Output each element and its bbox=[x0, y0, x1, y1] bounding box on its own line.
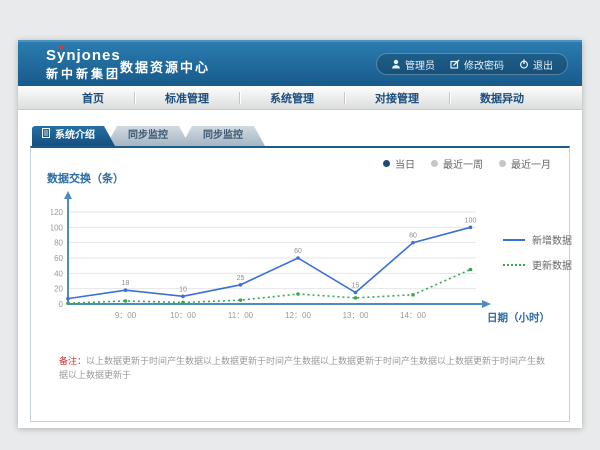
document-icon bbox=[42, 126, 50, 146]
y-tick-label: 80 bbox=[54, 239, 63, 248]
change-password-button[interactable]: 修改密码 bbox=[450, 57, 504, 72]
data-point bbox=[296, 292, 300, 296]
point-label: 15 bbox=[352, 283, 360, 290]
tab-system-intro[interactable]: 系统介绍 bbox=[32, 126, 115, 146]
footnote-text: 以上数据更新于时间产生数据以上数据更新于时间产生数据以上数据更新于时间产生数据以… bbox=[59, 356, 545, 380]
filter-label: 最近一月 bbox=[511, 156, 551, 171]
point-label: 60 bbox=[294, 248, 302, 255]
logo-red-dot-icon bbox=[59, 45, 63, 49]
chart-legend: 新增数据 更新数据 bbox=[503, 232, 572, 272]
legend-label: 更新数据 bbox=[532, 257, 572, 272]
data-point bbox=[66, 297, 70, 301]
y-tick-label: 60 bbox=[54, 254, 63, 263]
nav-separator bbox=[239, 92, 240, 104]
y-tick-label: 0 bbox=[59, 300, 64, 309]
footnote: 备注：以上数据更新于时间产生数据以上数据更新于时间产生数据以上数据更新于时间产生… bbox=[59, 354, 553, 382]
nav-item-standard-management[interactable]: 标准管理 bbox=[159, 90, 215, 106]
x-tick-label: 9：00 bbox=[115, 311, 137, 320]
legend-item-new-data[interactable]: 新增数据 bbox=[503, 232, 572, 247]
page-title: 数据资源中心 bbox=[120, 57, 210, 76]
x-tick-label: 11：00 bbox=[228, 311, 254, 320]
logout-button[interactable]: 退出 bbox=[519, 57, 553, 72]
logout-label: 退出 bbox=[533, 57, 553, 72]
x-axis-title: 日期（小时） bbox=[487, 311, 550, 324]
x-axis-arrow-icon bbox=[482, 300, 491, 308]
data-point bbox=[354, 291, 358, 295]
point-label: 100 bbox=[465, 217, 477, 224]
data-point bbox=[239, 283, 243, 287]
tab-label: 同步监控 bbox=[203, 130, 243, 141]
y-tick-label: 40 bbox=[54, 269, 63, 278]
y-tick-label: 20 bbox=[54, 285, 63, 294]
content-area: 系统介绍 同步监控 同步监控 当日 最近一周 bbox=[18, 110, 582, 428]
data-point bbox=[411, 293, 415, 297]
nav-item-data-change[interactable]: 数据异动 bbox=[474, 90, 530, 106]
radio-unselected-icon bbox=[499, 160, 506, 167]
legend-item-updated-data[interactable]: 更新数据 bbox=[503, 257, 572, 272]
tab-sync-monitor-1[interactable]: 同步监控 bbox=[106, 126, 190, 146]
brand-name: Synjones bbox=[46, 47, 121, 64]
tab-bar: 系统介绍 同步监控 同步监控 bbox=[32, 126, 265, 146]
radio-unselected-icon bbox=[431, 160, 438, 167]
nav-item-home[interactable]: 首页 bbox=[76, 90, 110, 106]
nav-item-system-management[interactable]: 系统管理 bbox=[264, 90, 320, 106]
data-point bbox=[411, 241, 415, 245]
tab-sync-monitor-2[interactable]: 同步监控 bbox=[181, 126, 265, 146]
data-point bbox=[124, 288, 128, 292]
admin-user-button[interactable]: 管理员 bbox=[391, 57, 435, 72]
x-tick-label: 12：00 bbox=[285, 311, 311, 320]
filter-label: 当日 bbox=[395, 156, 415, 171]
filter-last-week[interactable]: 最近一周 bbox=[431, 156, 483, 171]
tab-label: 同步监控 bbox=[128, 130, 168, 141]
edit-icon bbox=[450, 59, 460, 69]
y-tick-label: 100 bbox=[51, 223, 64, 232]
filter-last-month[interactable]: 最近一月 bbox=[499, 156, 551, 171]
blue-solid-line-icon bbox=[503, 239, 525, 241]
chart-panel: 当日 最近一周 最近一月 数据交换（条） 0 20 40 60 80 100 120 9：00… bbox=[30, 146, 570, 422]
filter-today[interactable]: 当日 bbox=[383, 156, 415, 171]
data-point bbox=[469, 268, 473, 272]
point-label: 25 bbox=[237, 275, 245, 282]
nav-item-interface-management[interactable]: 对接管理 bbox=[369, 90, 425, 106]
data-point bbox=[124, 299, 128, 303]
nav-separator bbox=[344, 92, 345, 104]
brand-logo[interactable]: Synjones 新中新集团 bbox=[46, 47, 121, 82]
x-tick-label: 13：00 bbox=[343, 311, 369, 320]
line-chart: 0 20 40 60 80 100 120 9：00 10：00 11：00 12：00 13：00 1… bbox=[51, 190, 551, 330]
filter-label: 最近一周 bbox=[443, 156, 483, 171]
user-controls: 管理员 修改密码 退出 bbox=[376, 53, 568, 75]
point-label: 10 bbox=[179, 286, 187, 293]
data-point bbox=[239, 298, 243, 302]
nav-separator bbox=[134, 92, 135, 104]
tab-label: 系统介绍 bbox=[55, 126, 95, 146]
radio-selected-icon bbox=[383, 160, 390, 167]
data-point bbox=[66, 301, 70, 305]
green-dotted-line-icon bbox=[503, 264, 525, 266]
y-tick-label: 120 bbox=[51, 208, 64, 217]
footnote-prefix: 备注： bbox=[59, 356, 86, 366]
point-label: 80 bbox=[409, 233, 417, 240]
x-tick-label: 10：00 bbox=[170, 311, 196, 320]
point-label: 18 bbox=[122, 280, 130, 287]
brand-name-text: Synjones bbox=[46, 47, 121, 64]
y-axis-title: 数据交换（条） bbox=[47, 170, 124, 186]
data-point bbox=[469, 226, 473, 230]
user-icon bbox=[391, 59, 401, 69]
admin-user-label: 管理员 bbox=[405, 57, 435, 72]
nav-separator bbox=[449, 92, 450, 104]
data-point bbox=[181, 301, 185, 305]
main-nav: 首页 标准管理 系统管理 对接管理 数据异动 bbox=[18, 86, 582, 110]
data-point bbox=[296, 256, 300, 260]
change-password-label: 修改密码 bbox=[464, 57, 504, 72]
data-point bbox=[354, 296, 358, 300]
app-header: Synjones 新中新集团 数据资源中心 管理员 修改密码 bbox=[18, 40, 582, 86]
power-icon bbox=[519, 59, 529, 69]
period-filters: 当日 最近一周 最近一月 bbox=[383, 156, 551, 171]
brand-company: 新中新集团 bbox=[46, 65, 121, 82]
data-point bbox=[181, 295, 185, 299]
y-axis-arrow-icon bbox=[64, 191, 72, 199]
legend-label: 新增数据 bbox=[532, 232, 572, 247]
app-window: Synjones 新中新集团 数据资源中心 管理员 修改密码 bbox=[18, 40, 582, 428]
x-tick-label: 14：00 bbox=[400, 311, 426, 320]
